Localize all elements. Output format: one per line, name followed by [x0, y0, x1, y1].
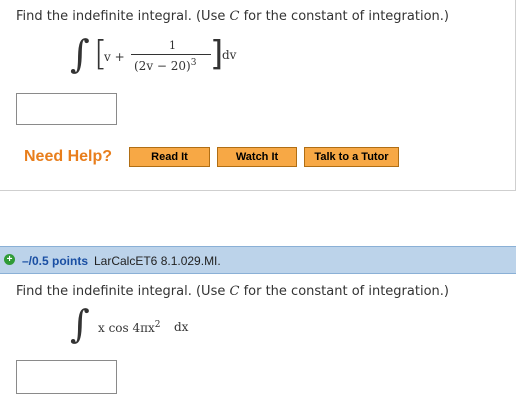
watch-it-button[interactable]: Watch It [217, 147, 297, 167]
talk-to-tutor-button[interactable]: Talk to a Tutor [304, 147, 399, 167]
read-it-button[interactable]: Read It [129, 147, 210, 167]
term-v-plus: v + [104, 50, 125, 64]
fraction-denominator: (2v − 20)3 [134, 58, 197, 73]
question-1-prompt: Find the indefinite integral. (Use C for… [16, 9, 449, 24]
differential-2: dx [174, 320, 189, 334]
points-label: –/0.5 points [22, 254, 89, 268]
question-2-answer-input[interactable] [16, 360, 117, 394]
plus-icon[interactable]: + [4, 254, 15, 265]
question-1-answer-input[interactable] [16, 93, 117, 125]
fraction-numerator: 1 [169, 39, 176, 52]
integrand: x cos 4πx2 [98, 320, 161, 335]
integral-sign-2: ∫ [70, 302, 90, 346]
question-2-prompt: Find the indefinite integral. (Use C for… [16, 284, 449, 299]
fraction-bar [131, 54, 211, 55]
differential: dv [222, 48, 237, 62]
integral-sign: ∫ [70, 32, 90, 76]
question-id: LarCalcET6 8.1.029.MI. [94, 254, 221, 268]
question-1-panel: Find the indefinite integral. (Use C for… [0, 0, 516, 191]
question-2-header: + –/0.5 points LarCalcET6 8.1.029.MI. [0, 246, 516, 274]
need-help-label: Need Help? [24, 148, 113, 165]
